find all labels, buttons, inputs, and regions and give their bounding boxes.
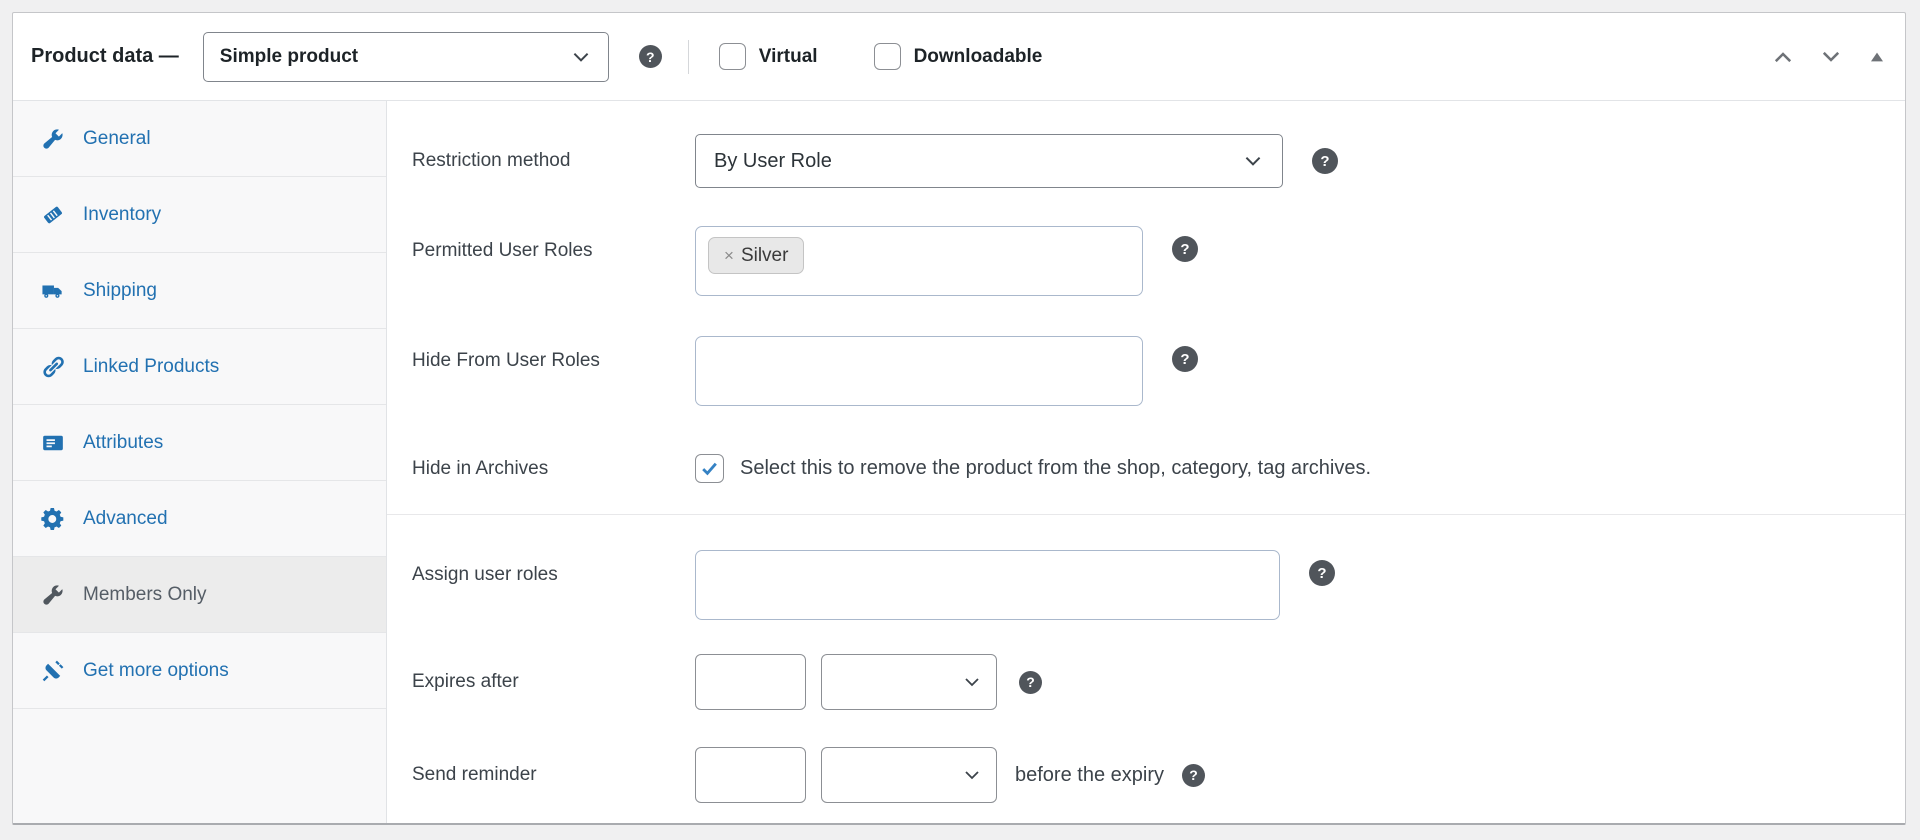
send-reminder-unit-select[interactable]	[821, 747, 997, 803]
virtual-checkbox[interactable]	[718, 43, 746, 70]
members-only-panel: Restriction method By User Role ? Permit…	[387, 101, 1905, 823]
hide-in-archives-row: Hide in Archives Select this to remove t…	[412, 454, 1905, 483]
expires-after-amount-input[interactable]	[695, 654, 806, 710]
chevron-down-icon	[573, 52, 589, 62]
list-card-icon	[43, 435, 63, 450]
virtual-label: Virtual	[758, 45, 818, 67]
tab-linked-products[interactable]: Linked Products	[13, 329, 386, 405]
tag-icon	[44, 206, 62, 223]
hide-in-archives-description: Select this to remove the product from t…	[740, 457, 1372, 479]
product-data-metabox: Product data — Simple product ? Virtual …	[12, 12, 1906, 825]
expires-after-unit-select[interactable]	[821, 654, 997, 710]
move-up-icon[interactable]	[1771, 45, 1795, 69]
gear-icon	[41, 507, 64, 530]
hide-from-user-roles-row: Hide From User Roles ?	[412, 336, 1905, 406]
tab-label: Linked Products	[83, 355, 220, 377]
hide-in-archives-checkbox[interactable]	[695, 454, 724, 483]
metabox-body: General Inventory Shipping Linked Produc…	[13, 101, 1905, 823]
tab-members-only[interactable]: Members Only	[13, 557, 386, 633]
tab-label: General	[83, 127, 151, 149]
chevron-down-icon	[1245, 156, 1261, 166]
header-divider	[687, 39, 689, 74]
metabox-header: Product data — Simple product ? Virtual …	[13, 13, 1905, 101]
tab-general[interactable]: General	[13, 101, 386, 177]
product-type-value: Simple product	[219, 45, 359, 67]
tab-label: Inventory	[83, 203, 162, 225]
wrench-icon	[43, 584, 63, 605]
assign-user-roles-input[interactable]	[695, 550, 1280, 620]
send-reminder-amount-input[interactable]	[695, 747, 806, 803]
hide-in-archives-label: Hide in Archives	[412, 457, 549, 479]
assign-user-roles-row: Assign user roles ?	[412, 550, 1905, 620]
tab-get-more-options[interactable]: Get more options	[13, 633, 386, 709]
chevron-down-icon	[965, 678, 979, 687]
tab-label: Get more options	[83, 659, 229, 681]
hide-from-user-roles-input[interactable]	[695, 336, 1143, 406]
send-reminder-row: Send reminder before the expiry ?	[412, 747, 1905, 803]
tab-attributes[interactable]: Attributes	[13, 405, 386, 481]
wrench-icon	[43, 128, 63, 149]
send-reminder-label: Send reminder	[412, 764, 537, 786]
product-data-tabs: General Inventory Shipping Linked Produc…	[13, 101, 387, 823]
restriction-method-help-icon[interactable]: ?	[1312, 148, 1338, 174]
restriction-method-value: By User Role	[714, 149, 832, 172]
section-divider	[387, 514, 1905, 515]
expires-after-row: Expires after ?	[412, 654, 1905, 710]
restriction-method-select[interactable]: By User Role	[695, 134, 1283, 188]
page-title: Product data —	[31, 45, 179, 67]
collapse-toggle-icon[interactable]	[1869, 49, 1885, 65]
move-down-icon[interactable]	[1819, 45, 1843, 69]
downloadable-label: Downloadable	[913, 45, 1043, 67]
permitted-user-roles-label: Permitted User Roles	[412, 240, 593, 261]
permitted-user-roles-help-icon[interactable]: ?	[1172, 236, 1198, 262]
restriction-method-label: Restriction method	[412, 150, 571, 172]
tab-label: Attributes	[83, 431, 164, 453]
truck-icon	[42, 284, 62, 298]
role-tag-silver: × Silver	[708, 237, 805, 274]
hide-from-user-roles-label: Hide From User Roles	[412, 350, 600, 371]
link-icon	[43, 356, 64, 377]
product-type-select[interactable]: Simple product	[202, 31, 609, 82]
chevron-down-icon	[965, 771, 979, 780]
tab-label: Members Only	[83, 583, 207, 605]
tab-advanced[interactable]: Advanced	[13, 481, 386, 557]
send-reminder-help-icon[interactable]: ?	[1181, 763, 1205, 787]
plug-icon	[42, 660, 64, 681]
assign-user-roles-label: Assign user roles	[412, 564, 558, 585]
permitted-user-roles-row: Permitted User Roles × Silver ?	[412, 226, 1905, 296]
send-reminder-suffix: before the expiry	[1015, 763, 1164, 786]
metabox-actions	[1771, 45, 1885, 69]
expires-after-label: Expires after	[412, 671, 519, 693]
remove-tag-icon[interactable]: ×	[724, 247, 734, 264]
product-type-help-icon[interactable]: ?	[638, 45, 662, 68]
role-tag-label: Silver	[740, 245, 789, 266]
expires-after-help-icon[interactable]: ?	[1019, 670, 1042, 694]
tab-label: Advanced	[83, 507, 168, 529]
downloadable-checkbox[interactable]	[873, 43, 901, 70]
tab-label: Shipping	[83, 279, 157, 301]
tab-shipping[interactable]: Shipping	[13, 253, 386, 329]
checkmark-icon	[702, 462, 717, 476]
permitted-user-roles-input[interactable]: × Silver	[695, 226, 1143, 296]
tab-inventory[interactable]: Inventory	[13, 177, 386, 253]
hide-from-user-roles-help-icon[interactable]: ?	[1172, 346, 1198, 372]
assign-user-roles-help-icon[interactable]: ?	[1309, 560, 1335, 586]
restriction-method-row: Restriction method By User Role ?	[412, 134, 1905, 188]
